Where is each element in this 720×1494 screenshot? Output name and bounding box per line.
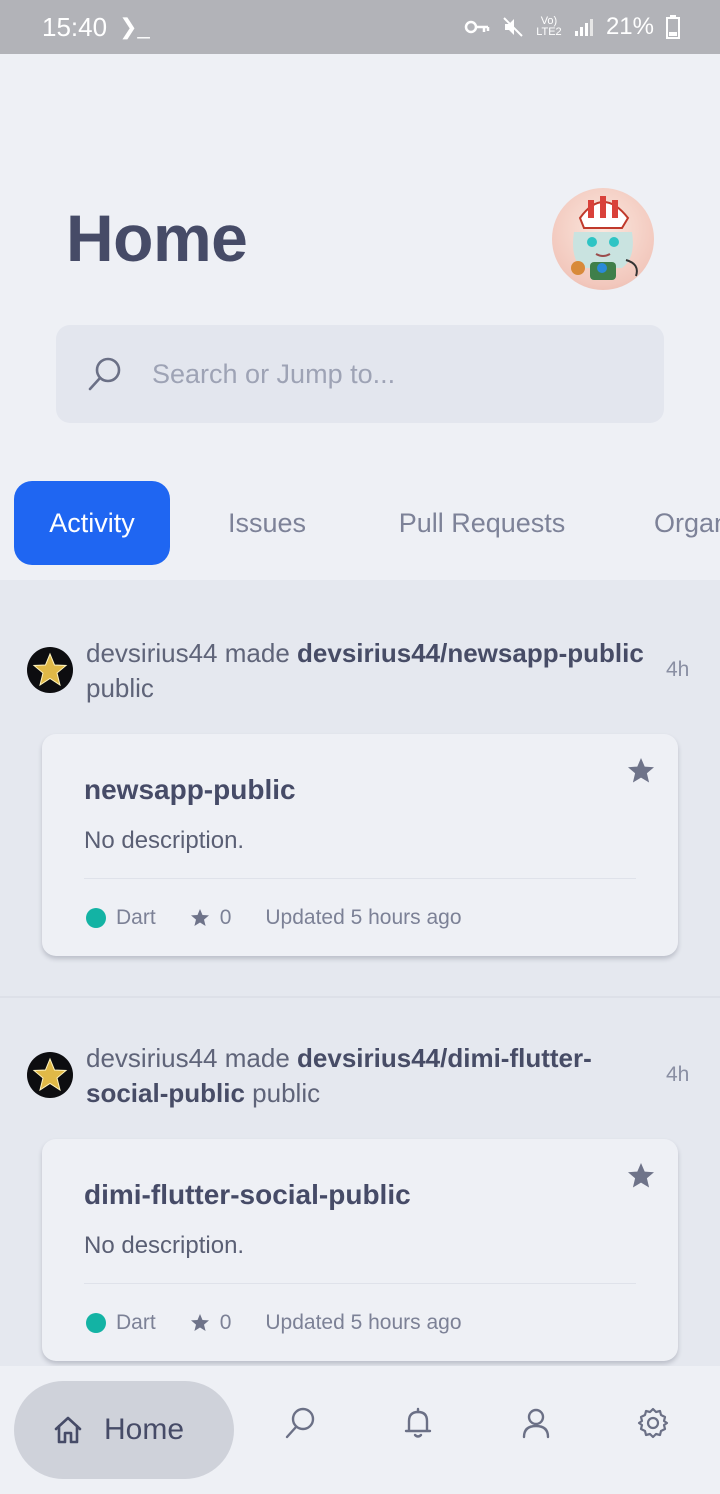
repo-name[interactable]: dimi-flutter-social-public bbox=[84, 1179, 411, 1211]
tab-organizations[interactable]: Organizations bbox=[654, 481, 720, 565]
status-time: 15:40 bbox=[42, 11, 108, 42]
repo-description: No description. bbox=[84, 827, 245, 854]
repo-description: No description. bbox=[84, 1232, 245, 1259]
event-verb: made bbox=[224, 638, 290, 668]
bell-icon[interactable] bbox=[401, 1406, 435, 1440]
bottom-navigation: Home bbox=[0, 1366, 720, 1494]
card-divider bbox=[84, 878, 636, 879]
tab-pull-requests[interactable]: Pull Requests bbox=[380, 481, 584, 565]
event-verb: made bbox=[224, 1043, 290, 1073]
avatar-illustration bbox=[571, 196, 638, 280]
search-input[interactable] bbox=[152, 325, 632, 423]
repo-language: Dart bbox=[116, 1311, 156, 1334]
repo-language: Dart bbox=[116, 906, 156, 929]
star-avatar-icon bbox=[32, 652, 68, 687]
repo-stars: 0 bbox=[219, 906, 232, 929]
event-suffix: public bbox=[86, 673, 154, 703]
star-icon bbox=[190, 1314, 209, 1331]
page-title: Home bbox=[66, 201, 248, 275]
nav-home-button[interactable]: Home bbox=[14, 1381, 234, 1479]
repo-meta: Dart 0 Updated 5 hours ago bbox=[86, 904, 462, 932]
user-avatar[interactable] bbox=[27, 647, 73, 693]
tab-bar: Activity Issues Pull Requests Organizati… bbox=[0, 480, 720, 566]
repo-updated: Updated 5 hours ago bbox=[265, 906, 462, 929]
terminal-icon: ❯_ bbox=[119, 14, 150, 39]
card-divider bbox=[84, 1283, 636, 1284]
profile-icon[interactable] bbox=[519, 1406, 553, 1440]
repo-stars: 0 bbox=[219, 1311, 232, 1334]
repo-meta: Dart 0 Updated 5 hours ago bbox=[86, 1309, 462, 1337]
settings-icon[interactable] bbox=[636, 1406, 670, 1440]
repo-updated: Updated 5 hours ago bbox=[265, 1311, 462, 1334]
profile-avatar[interactable] bbox=[552, 188, 654, 290]
search-bar[interactable] bbox=[56, 325, 664, 423]
repo-name[interactable]: newsapp-public bbox=[84, 774, 296, 806]
star-button-icon[interactable] bbox=[626, 756, 656, 786]
event-suffix: public bbox=[252, 1078, 321, 1108]
network-label: Vo) LTE2 bbox=[536, 15, 562, 38]
language-dot bbox=[86, 1313, 106, 1333]
event-time: 4h bbox=[666, 658, 690, 681]
tab-issues[interactable]: Issues bbox=[200, 481, 334, 565]
event-actor[interactable]: devsirius44 bbox=[86, 1043, 218, 1073]
mute-icon bbox=[503, 17, 523, 37]
battery-icon bbox=[666, 15, 680, 39]
event-description: devsirius44 made devsirius44/dimi-flutte… bbox=[86, 1041, 664, 1111]
search-icon bbox=[88, 357, 121, 391]
activity-feed: devsirius44 made devsirius44/newsapp-pub… bbox=[0, 580, 720, 1366]
signal-icon bbox=[574, 19, 593, 36]
language-dot bbox=[86, 908, 106, 928]
event-actor[interactable]: devsirius44 bbox=[86, 638, 218, 668]
star-avatar-icon bbox=[32, 1057, 68, 1092]
nav-home-label: Home bbox=[104, 1413, 185, 1446]
repo-card[interactable]: dimi-flutter-social-public No descriptio… bbox=[42, 1139, 678, 1361]
home-icon bbox=[54, 1416, 82, 1444]
star-button-icon[interactable] bbox=[626, 1161, 656, 1191]
status-bar: 15:40 ❯_ Vo) LTE2 21% bbox=[0, 0, 720, 54]
event-divider bbox=[0, 996, 720, 998]
event-time: 4h bbox=[666, 1063, 690, 1086]
event-description: devsirius44 made devsirius44/newsapp-pub… bbox=[86, 636, 664, 706]
search-icon[interactable] bbox=[284, 1406, 318, 1440]
user-avatar[interactable] bbox=[27, 1052, 73, 1098]
repo-card[interactable]: newsapp-public No description. Dart 0 Up… bbox=[42, 734, 678, 956]
event-repo-link[interactable]: devsirius44/newsapp-public bbox=[297, 638, 644, 668]
vpn-key-icon bbox=[464, 20, 490, 34]
star-icon bbox=[190, 909, 209, 926]
tab-activity[interactable]: Activity bbox=[14, 481, 170, 565]
battery-percent: 21% bbox=[605, 13, 654, 40]
